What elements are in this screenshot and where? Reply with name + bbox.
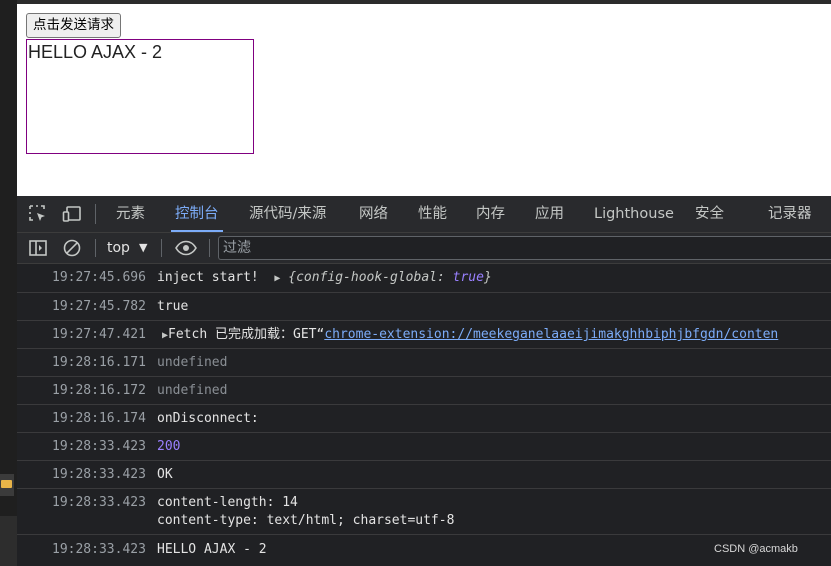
log-message: true <box>157 299 189 314</box>
log-message-line-2: content-type: text/html; charset=utf-8 <box>157 513 455 528</box>
console-output: 19:27:45.696 inject start! ▶ {config-hoo… <box>17 264 831 566</box>
toolbar-separator <box>209 239 210 257</box>
devtools-panel: 元素 控制台 源代码/来源 网络 性能 内存 应用 Lighthouse 安全 … <box>17 196 831 566</box>
console-row: 19:28:33.423 content-length: 14 content-… <box>17 489 831 535</box>
console-row: 19:28:16.171 undefined <box>17 349 831 377</box>
log-message: inject start! ▶ {config-hook-global: tru… <box>157 269 492 288</box>
log-timestamp: 19:28:33.423 <box>52 495 146 510</box>
fetch-url-link[interactable]: chrome-extension://meekeganelaaeijimakgh… <box>324 327 778 342</box>
log-timestamp: 19:27:47.421 <box>52 327 146 342</box>
console-row: 19:28:16.172 undefined <box>17 377 831 405</box>
left-window-strip <box>0 0 17 566</box>
tab-application[interactable]: 应用 <box>535 196 564 232</box>
clear-console-icon[interactable] <box>62 238 82 258</box>
tab-lighthouse[interactable]: Lighthouse <box>594 196 674 232</box>
console-row: 19:28:33.423 OK <box>17 461 831 489</box>
log-message-line-1: content-length: 14 <box>157 495 298 510</box>
send-request-button[interactable]: 点击发送请求 <box>26 13 121 38</box>
log-timestamp: 19:28:33.423 <box>52 542 146 557</box>
sidebar-toggle-icon[interactable] <box>28 238 48 258</box>
live-expression-eye-icon[interactable] <box>174 238 198 258</box>
webpage-viewport: 点击发送请求 HELLO AJAX - 2 <box>17 4 831 196</box>
context-selector[interactable]: top <box>107 233 130 263</box>
console-row: 19:27:45.696 inject start! ▶ {config-hoo… <box>17 264 831 293</box>
console-row: 19:28:16.174 onDisconnect: <box>17 405 831 433</box>
toolbar-separator <box>95 239 96 257</box>
left-strip-lower <box>0 516 17 566</box>
log-timestamp: 19:28:16.174 <box>52 411 146 426</box>
console-row: 19:28:33.423 200 <box>17 433 831 461</box>
console-row: 19:27:47.421 ▶Fetch 已完成加载：GET“chrome-ext… <box>17 321 831 349</box>
tab-sources[interactable]: 源代码/来源 <box>249 196 326 232</box>
log-message: undefined <box>157 355 228 370</box>
expand-triangle-icon[interactable]: ▶ <box>274 273 280 284</box>
toolbar-separator <box>161 239 162 257</box>
console-row: 19:27:45.782 true <box>17 293 831 321</box>
log-message: onDisconnect: <box>157 411 259 426</box>
watermark: CSDN @acmakb <box>714 543 798 555</box>
log-message: 200 <box>157 439 181 454</box>
log-message: ▶Fetch 已完成加载：GET“chrome-extension://meek… <box>162 326 778 345</box>
context-dropdown-caret-icon[interactable]: ▼ <box>139 233 147 263</box>
console-filter[interactable] <box>218 236 831 260</box>
log-message: HELLO AJAX - 2 <box>157 542 267 557</box>
tab-security[interactable]: 安全 <box>695 196 724 232</box>
tab-performance[interactable]: 性能 <box>418 196 447 232</box>
tab-network[interactable]: 网络 <box>359 196 388 232</box>
tab-console[interactable]: 控制台 <box>171 196 222 232</box>
tab-elements[interactable]: 元素 <box>116 196 145 232</box>
tab-recorder[interactable]: 记录器 <box>768 196 812 232</box>
fetch-prefix: Fetch 已完成加载：GET“ <box>168 327 325 342</box>
console-toolbar: top ▼ <box>17 233 831 264</box>
log-message: undefined <box>157 383 228 398</box>
device-toolbar-icon[interactable] <box>62 204 82 224</box>
log-text: inject start! <box>157 270 259 285</box>
folder-icon[interactable] <box>0 474 14 496</box>
tabbar-separator <box>95 204 96 224</box>
object-preview[interactable]: {config-hook-global: true} <box>288 270 492 285</box>
result-box: HELLO AJAX - 2 <box>26 39 254 154</box>
console-row: 19:28:33.423 HELLO AJAX - 2 <box>17 535 831 566</box>
filter-input[interactable] <box>223 237 823 259</box>
log-timestamp: 19:28:33.423 <box>52 439 146 454</box>
log-message: OK <box>157 467 173 482</box>
log-timestamp: 19:28:33.423 <box>52 467 146 482</box>
object-value: true <box>452 270 484 285</box>
log-timestamp: 19:27:45.696 <box>52 270 146 285</box>
log-timestamp: 19:28:16.172 <box>52 383 146 398</box>
log-timestamp: 19:28:16.171 <box>52 355 146 370</box>
devtools-tabbar: 元素 控制台 源代码/来源 网络 性能 内存 应用 Lighthouse 安全 … <box>17 196 831 233</box>
object-key: config-hook-global <box>296 270 437 285</box>
log-timestamp: 19:27:45.782 <box>52 299 146 314</box>
inspect-element-icon[interactable] <box>28 204 48 224</box>
tab-memory[interactable]: 内存 <box>476 196 505 232</box>
